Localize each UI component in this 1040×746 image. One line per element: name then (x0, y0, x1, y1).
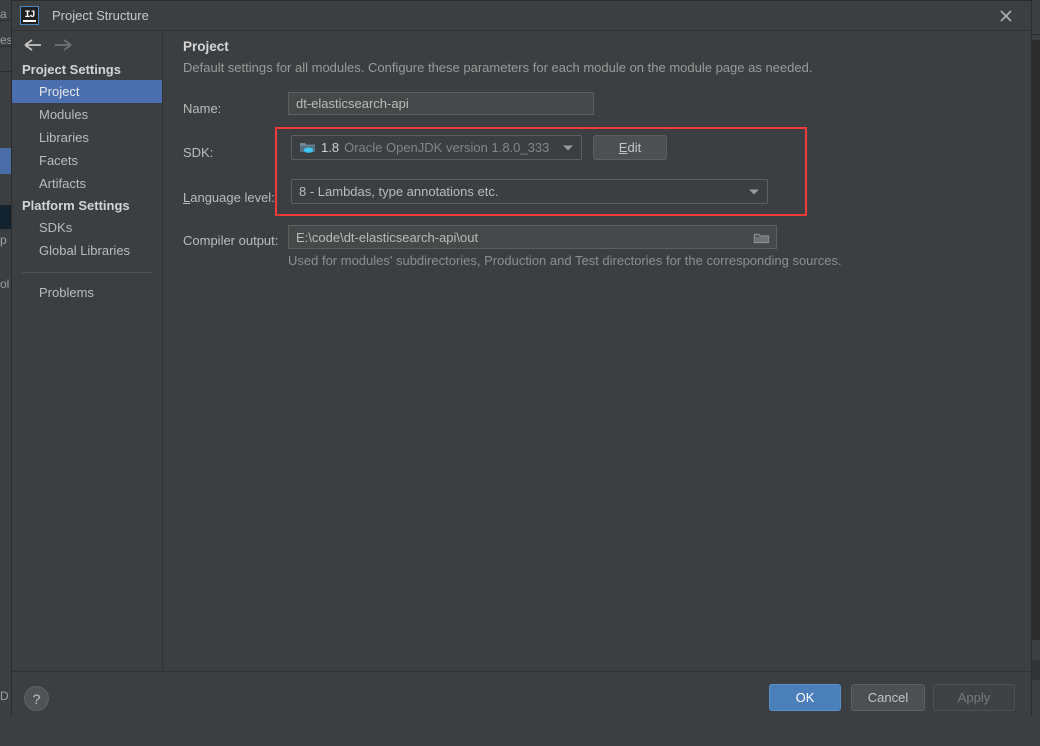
sdk-label: SDK: (183, 145, 214, 160)
intellij-logo-icon: IJ (20, 6, 39, 25)
compiler-output-label: Compiler output: (183, 233, 279, 248)
language-level-value: 8 - Lambdas, type annotations etc. (299, 184, 499, 199)
dialog-titlebar: IJ Project Structure (12, 1, 1031, 31)
sdk-version: 1.8 (321, 140, 340, 155)
close-icon[interactable] (997, 7, 1015, 25)
background-panel-edge (1032, 40, 1040, 640)
sidebar-group-header-platform-settings: Platform Settings (22, 198, 130, 213)
name-label: Name: (183, 101, 222, 116)
arrow-left-icon[interactable] (18, 33, 48, 57)
dialog-title: Project Structure (52, 8, 149, 23)
sidebar-item-modules[interactable]: Modules (12, 103, 162, 126)
background-text-fragment: ol (0, 277, 10, 291)
jdk-folder-icon (299, 140, 316, 155)
background-text-fragment: a (0, 7, 7, 21)
sidebar-item-project[interactable]: Project (12, 80, 162, 103)
chevron-down-icon[interactable] (563, 145, 573, 150)
sidebar-item-libraries[interactable]: Libraries (12, 126, 162, 149)
dialog-body: Project Settings Project Modules Librari… (12, 31, 1031, 671)
sidebar-item-artifacts[interactable]: Artifacts (12, 172, 162, 195)
sidebar-divider (22, 272, 152, 273)
apply-button: Apply (933, 684, 1015, 711)
compiler-output-value: E:\code\dt-elasticsearch-api\out (296, 229, 479, 245)
project-settings-panel: Project Default settings for all modules… (163, 31, 1031, 671)
background-text-fragment: p (0, 233, 7, 247)
sidebar-item-facets[interactable]: Facets (12, 149, 162, 172)
page-title: Project (183, 39, 229, 54)
project-structure-dialog: IJ Project Structure Project Settings Pr… (11, 0, 1032, 746)
sidebar-nav-buttons (12, 31, 162, 59)
edit-sdk-button[interactable]: Edit (593, 135, 667, 160)
background-text-fragment: D (0, 689, 9, 703)
sdk-description: Oracle OpenJDK version 1.8.0_333 (344, 140, 550, 155)
compiler-output-hint: Used for modules' subdirectories, Produc… (288, 253, 842, 268)
language-level-label-rest: anguage level: (190, 190, 275, 205)
sidebar-item-global-libraries[interactable]: Global Libraries (12, 239, 162, 262)
folder-icon[interactable] (747, 227, 775, 249)
language-level-label: Language level: (183, 190, 275, 205)
page-description: Default settings for all modules. Config… (183, 60, 813, 75)
chevron-down-icon[interactable] (749, 189, 759, 194)
sidebar-item-sdks[interactable]: SDKs (12, 216, 162, 239)
settings-sidebar: Project Settings Project Modules Librari… (12, 31, 163, 671)
sidebar-group-header-project-settings: Project Settings (22, 62, 121, 77)
arrow-right-icon (48, 33, 78, 57)
sdk-combobox[interactable]: 1.8 Oracle OpenJDK version 1.8.0_333 (291, 135, 582, 160)
edit-button-label: dit (627, 140, 642, 155)
help-button[interactable]: ? (24, 686, 49, 711)
compiler-output-input[interactable]: E:\code\dt-elasticsearch-api\out (288, 225, 777, 249)
ok-button[interactable]: OK (769, 684, 841, 711)
background-panel-edge (1032, 660, 1040, 680)
dialog-footer: ? OK Cancel Apply (12, 671, 1031, 746)
language-level-combobox[interactable]: 8 - Lambdas, type annotations etc. (291, 179, 768, 204)
sidebar-item-problems[interactable]: Problems (12, 281, 162, 304)
cancel-button[interactable]: Cancel (851, 684, 925, 711)
project-name-input[interactable]: dt-elasticsearch-api (288, 92, 594, 115)
